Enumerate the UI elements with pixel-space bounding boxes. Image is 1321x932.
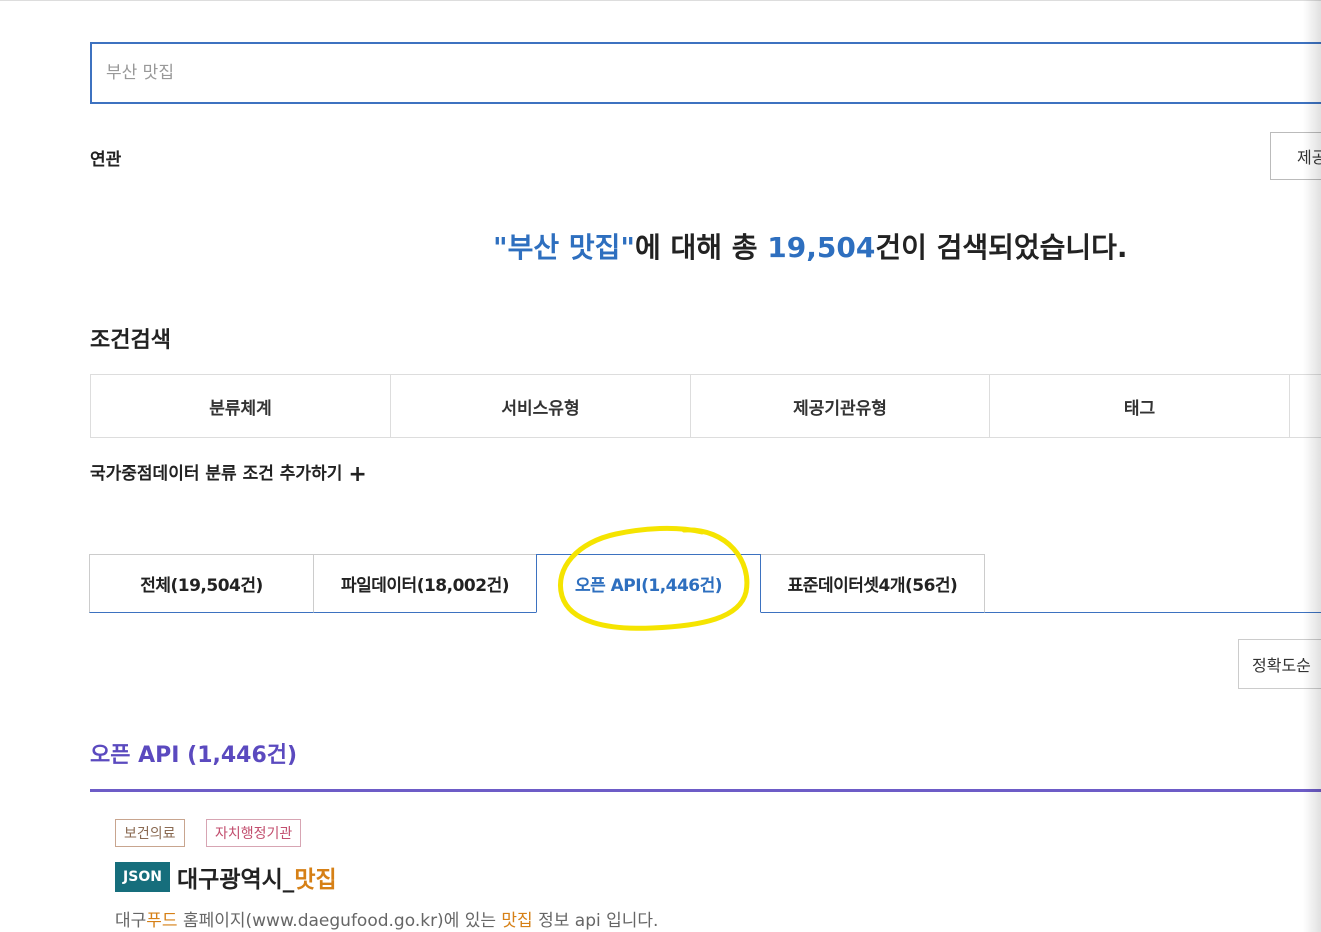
desc-part-1: 대구 (115, 911, 147, 931)
tab-standard-dataset[interactable]: 표준데이터셋4개(56건) (760, 554, 985, 613)
tab-file-data[interactable]: 파일데이터(18,002건) (313, 554, 537, 613)
condition-service-type[interactable]: 서비스유형 (391, 375, 691, 437)
result-summary: "부산 맛집"에 대해 총 19,504건이 검색되었습니다. (493, 226, 1128, 266)
desc-part-3: 홈페이지(www.daegufood.go.kr)에 있는 (177, 911, 502, 931)
add-condition-label: 국가중점데이터 분류 조건 추가하기 (90, 464, 343, 484)
section-title: 오픈 API (1,446건) (90, 743, 298, 768)
plus-icon: + (348, 462, 367, 487)
summary-quote-close: " (620, 231, 635, 264)
result-description: 대구푸드 홈페이지(www.daegufood.go.kr)에 있는 맛집 정보… (115, 906, 658, 931)
tab-open-api[interactable]: 오픈 API(1,446건) (536, 554, 761, 613)
condition-search-title: 조건검색 (90, 328, 171, 353)
search-input[interactable] (92, 44, 1321, 102)
sort-select[interactable]: 정확도순 (1238, 639, 1321, 689)
summary-text-mid: 에 대해 총 (634, 231, 768, 264)
related-keywords-label: 연관 (90, 150, 122, 170)
org-type-badge: 자치행정기관 (206, 819, 302, 847)
top-divider (0, 0, 1321, 4)
condition-classification[interactable]: 분류체계 (91, 375, 391, 437)
desc-part-4: 맛집 (501, 911, 533, 931)
tab-all[interactable]: 전체(19,504건) (89, 554, 314, 613)
summary-text-end: 건이 검색되었습니다. (875, 231, 1128, 264)
summary-quote-open: " (493, 231, 508, 264)
condition-tag[interactable]: 태그 (990, 375, 1290, 437)
desc-part-5: 정보 api 입니다. (532, 911, 659, 931)
desc-part-2: 푸드 (146, 911, 178, 931)
summary-count: 19,504 (767, 231, 876, 264)
summary-query: 부산 맛집 (507, 231, 621, 264)
provider-filter-button[interactable]: 제공 (1270, 132, 1321, 180)
condition-extra[interactable] (1290, 375, 1321, 437)
result-title[interactable]: 대구광역시_맛집 (177, 860, 337, 894)
category-badge: 보건의료 (115, 819, 185, 847)
format-badge: JSON (115, 862, 170, 892)
condition-provider-type[interactable]: 제공기관유형 (691, 375, 990, 437)
section-divider (90, 789, 1321, 792)
condition-table: 분류체계 서비스유형 제공기관유형 태그 (90, 374, 1321, 438)
result-title-highlight: 맛집 (294, 867, 337, 893)
add-condition-link[interactable]: 국가중점데이터 분류 조건 추가하기 + (90, 459, 367, 487)
search-box[interactable] (90, 42, 1321, 104)
result-title-prefix: 대구광역시_ (177, 867, 295, 893)
